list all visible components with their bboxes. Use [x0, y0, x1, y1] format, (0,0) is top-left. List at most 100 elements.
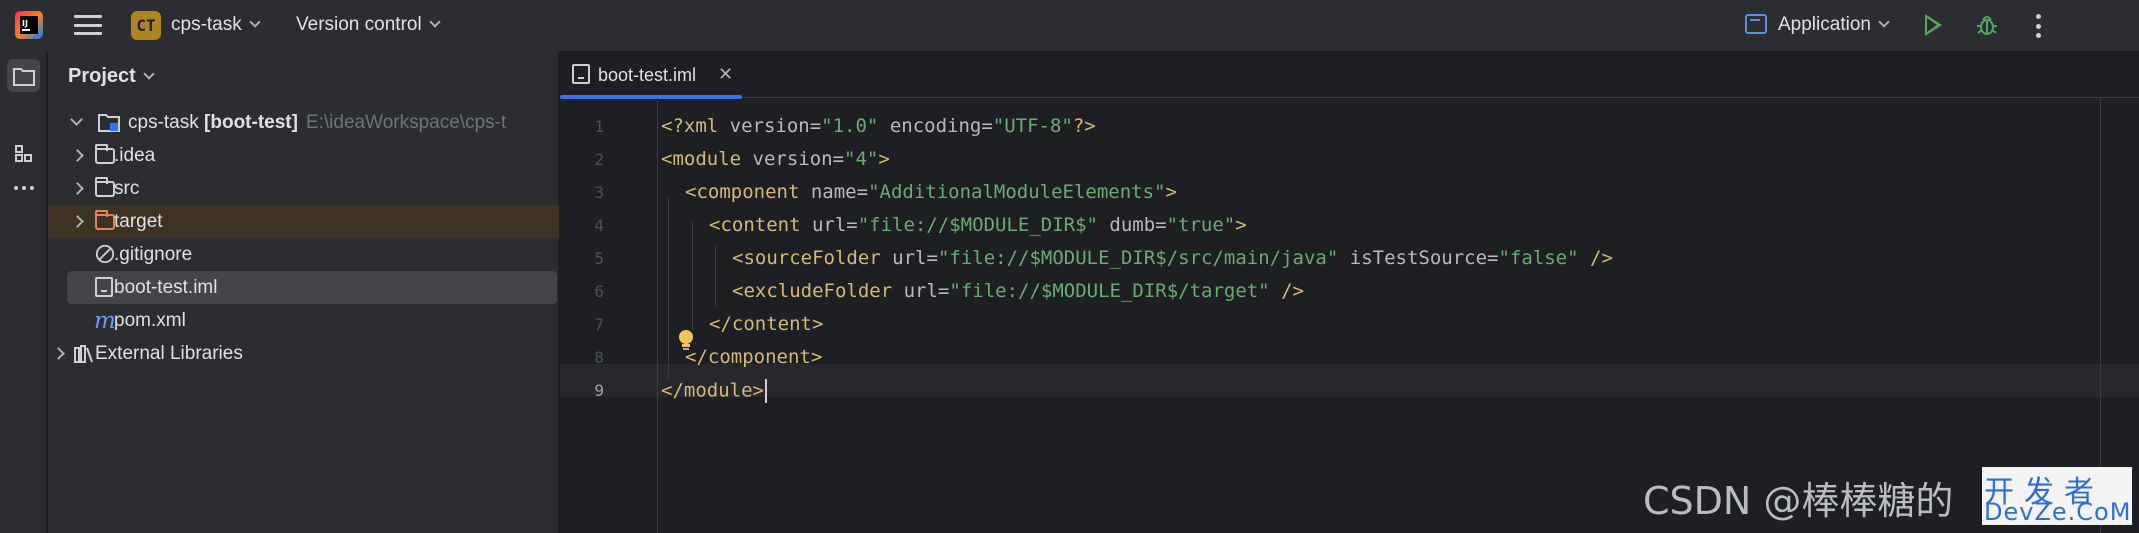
tree-item-label: target — [114, 211, 163, 232]
folder-icon — [95, 144, 115, 164]
chevron-right-icon[interactable] — [71, 215, 84, 228]
chevron-right-icon[interactable] — [52, 347, 65, 360]
intellij-logo-icon[interactable]: IJ — [14, 10, 44, 40]
iml-file-icon — [95, 277, 113, 297]
project-switcher[interactable]: cps-task — [171, 14, 261, 36]
indent-guide — [692, 222, 693, 330]
xml-tag-open: <module — [661, 148, 753, 170]
xml-prolog-open: <?xml — [661, 115, 730, 137]
line-number: 9 — [594, 381, 604, 400]
xml-attr-value: "4" — [844, 148, 879, 170]
text-caret — [764, 379, 767, 403]
more-tool-windows-button[interactable] — [7, 171, 40, 204]
xml-attr-value: "file://$MODULE_DIR$" — [857, 214, 1098, 236]
code-line-6[interactable]: <excludeFolder url="file://$MODULE_DIR$/… — [732, 280, 1304, 302]
editor-tab-boot-test-iml[interactable]: boot-test.iml ✕ — [560, 51, 742, 99]
xml-attr-name: encoding — [878, 115, 982, 137]
line-number: 7 — [594, 315, 604, 334]
xml-attr-name: url — [903, 280, 938, 302]
xml-attr-value: "AdditionalModuleElements" — [868, 181, 1166, 203]
xml-attr-value: "file://$MODULE_DIR$/src/main/java" — [937, 247, 1339, 269]
editor-tab-bar: boot-test.iml ✕ — [560, 51, 2139, 99]
module-folder-icon — [98, 114, 120, 132]
tree-item-pom-xml[interactable]: m pom.xml — [48, 304, 559, 337]
chevron-right-icon[interactable] — [71, 149, 84, 162]
current-line-highlight — [560, 364, 2139, 397]
editor-area: boot-test.iml ✕ 1 2 3 4 5 6 7 8 9 <?xml … — [560, 51, 2139, 533]
structure-tool-button[interactable] — [7, 137, 40, 170]
xml-tag-open: <sourceFolder — [732, 247, 893, 269]
tree-item-label: pom.xml — [114, 310, 186, 331]
xml-attr-value: "true" — [1166, 214, 1236, 236]
chevron-down-icon — [429, 16, 441, 28]
chevron-down-icon — [143, 68, 155, 80]
gutter-divider — [657, 98, 658, 533]
xml-equals: = — [856, 181, 869, 203]
chevron-down-icon — [1878, 16, 1890, 28]
code-line-3[interactable]: <component name="AdditionalModuleElement… — [685, 181, 1177, 203]
code-line-4[interactable]: <content url="file://$MODULE_DIR$" dumb=… — [709, 214, 1247, 236]
xml-equals: = — [937, 280, 950, 302]
line-number: 8 — [594, 348, 604, 367]
indent-guide — [668, 198, 669, 380]
tree-item-label: .gitignore — [114, 244, 193, 265]
svg-text:IJ: IJ — [22, 19, 28, 28]
code-line-1[interactable]: <?xml version="1.0" encoding="UTF-8"?> — [661, 115, 1096, 137]
run-configuration-selector[interactable]: Application — [1778, 14, 1890, 36]
run-configuration-label: Application — [1778, 14, 1871, 35]
tree-item-label: boot-test.iml — [114, 277, 218, 298]
tree-item-project-root[interactable]: cps-task [boot-test] E:\ideaWorkspace\cps… — [48, 106, 559, 139]
iml-file-icon — [572, 64, 590, 84]
close-tab-icon[interactable]: ✕ — [718, 64, 733, 85]
chevron-down-icon — [249, 16, 261, 28]
main-menu-hamburger-icon[interactable] — [74, 12, 102, 38]
chevron-down-icon[interactable] — [70, 113, 83, 126]
line-number-gutter[interactable]: 1 2 3 4 5 6 7 8 9 — [560, 98, 658, 533]
version-control-menu[interactable]: Version control — [296, 14, 441, 36]
xml-attr-name: name — [810, 181, 857, 203]
xml-equals: = — [1155, 214, 1167, 236]
xml-attr-name: dumb — [1097, 214, 1156, 236]
project-pane-header[interactable]: Project — [68, 65, 155, 88]
excluded-folder-icon — [95, 210, 115, 230]
indent-guide — [715, 246, 716, 306]
xml-attr-name: url — [892, 247, 927, 269]
xml-equals: = — [832, 148, 845, 170]
tree-item-gitignore[interactable]: .gitignore — [48, 238, 559, 271]
code-line-5[interactable]: <sourceFolder url="file://$MODULE_DIR$/s… — [732, 247, 1613, 269]
xml-tag-close: > — [878, 148, 890, 170]
xml-attr-value: "file://$MODULE_DIR$/target" — [949, 280, 1270, 302]
watermark-badge-line2: DevZe.CoM — [1984, 498, 2132, 526]
ignore-file-icon — [95, 244, 115, 264]
chevron-right-icon[interactable] — [71, 182, 84, 195]
code-line-7[interactable]: </content> — [709, 313, 823, 335]
xml-prolog-close: ?> — [1072, 115, 1096, 137]
project-pane-title: Project — [68, 65, 136, 87]
tree-item-external-libraries[interactable]: External Libraries — [48, 337, 559, 370]
project-badge[interactable]: CT — [131, 11, 161, 40]
xml-attr-name: url — [811, 214, 847, 236]
debug-bug-icon[interactable] — [1975, 13, 1999, 37]
tool-window-strip — [0, 51, 47, 533]
maven-icon: m — [94, 308, 116, 334]
xml-tag-close: > — [1165, 181, 1177, 203]
xml-tag-open: <content — [709, 214, 812, 236]
tree-item-src[interactable]: src — [48, 172, 559, 205]
library-icon — [74, 345, 93, 363]
project-tool-button[interactable] — [7, 59, 40, 92]
line-number: 6 — [594, 282, 604, 301]
xml-attr-name: version — [729, 115, 810, 137]
project-pane: Project cps-task [boot-test] E:\ideaWorks… — [48, 51, 559, 533]
line-number: 2 — [594, 150, 604, 169]
tree-item-boot-test-iml[interactable]: boot-test.iml — [67, 271, 557, 304]
code-line-8[interactable]: </component> — [685, 346, 822, 368]
run-play-icon[interactable] — [1925, 14, 1942, 36]
more-actions-kebab-icon[interactable] — [2036, 14, 2042, 38]
code-line-2[interactable]: <module version="4"> — [661, 148, 890, 170]
xml-tag-open: <component — [685, 181, 811, 203]
xml-attr-value: "1.0" — [821, 115, 879, 137]
xml-attr-value: "false" — [1498, 247, 1579, 269]
code-line-9[interactable]: </module> — [661, 379, 767, 403]
tree-item-target[interactable]: target — [48, 205, 559, 238]
tree-item-idea[interactable]: .idea — [48, 139, 559, 172]
